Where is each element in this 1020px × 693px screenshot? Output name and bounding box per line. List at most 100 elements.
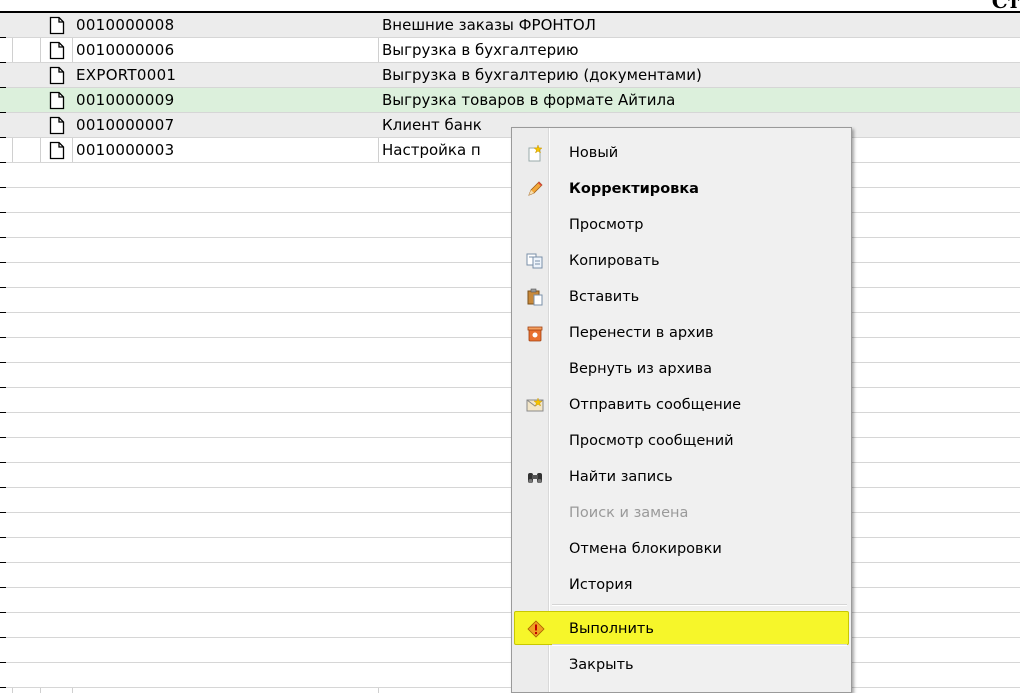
document-icon [49,141,65,160]
row-tick [0,212,6,213]
row-tick [0,237,6,238]
send-message-icon [526,396,544,414]
empty-row [0,588,1020,613]
menu-item-label: Перенести в архив [569,325,714,341]
menu-item-label: Отправить сообщение [569,397,742,413]
row-tick [0,462,6,463]
empty-row [0,438,1020,463]
menu-item-7[interactable]: Вернуть из архива [514,352,849,386]
row-name: Внешние заказы ФРОНТОЛ [382,16,596,34]
empty-row [0,213,1020,238]
row-tick [0,12,6,13]
page-header-fragment: Ст [0,0,1020,13]
menu-item-13[interactable]: История [514,568,849,602]
empty-row [0,163,1020,188]
row-tick [0,87,6,88]
records-grid: 0010000008 Внешние заказы ФРОНТОЛ 00100000… [0,12,1020,693]
menu-separator [552,604,847,606]
menu-item-label: Выполнить [569,621,654,637]
empty-row [0,663,1020,688]
menu-item-label: Вставить [569,289,640,305]
paste-icon [526,288,544,306]
row-tick [0,512,6,513]
binoculars-icon [526,468,544,486]
menu-item-12[interactable]: Отмена блокировки [514,532,849,566]
menu-item-3[interactable]: Просмотр [514,208,849,242]
document-icon [49,91,65,110]
empty-row [0,563,1020,588]
menu-item-label: Просмотр сообщений [569,433,734,449]
row-tick [0,562,6,563]
row-code: 0010000008 [76,16,175,34]
row-tick [0,137,6,138]
empty-row [0,338,1020,363]
row-code: 0010000003 [76,141,175,159]
empty-row [0,538,1020,563]
menu-item-2[interactable]: Корректировка [514,172,849,206]
empty-row [0,463,1020,488]
row-name: Выгрузка товаров в формате Айтила [382,91,676,109]
menu-item-11: Поиск и замена [514,496,849,530]
context-menu: Новый Корректировка Просмотр Копировать Вста… [511,127,852,693]
row-code: EXPORT0001 [76,66,177,84]
menu-item-14[interactable]: Выполнить [514,611,849,645]
row-tick [0,262,6,263]
menu-item-label: Копировать [569,253,660,269]
row-tick [0,187,6,188]
menu-item-10[interactable]: Найти запись [514,460,849,494]
document-icon [49,66,65,85]
empty-row [0,313,1020,338]
row-tick [0,162,6,163]
row-tick [0,487,6,488]
empty-row [0,363,1020,388]
row-tick [0,387,6,388]
pencil-icon [526,180,544,198]
table-row[interactable]: 0010000007 Клиент банк [0,113,1020,138]
empty-row [0,388,1020,413]
row-tick [0,37,6,38]
document-icon [49,41,65,60]
menu-item-label: Отмена блокировки [569,541,722,557]
row-name: Выгрузка в бухгалтерию (документами) [382,66,702,84]
empty-row [0,638,1020,663]
menu-separator [552,644,847,646]
empty-row [0,513,1020,538]
menu-item-label: Вернуть из архива [569,361,713,377]
row-tick [0,537,6,538]
table-row[interactable]: 0010000006 Выгрузка в бухгалтерию [0,38,1020,63]
execute-icon [527,620,545,638]
menu-item-4[interactable]: Копировать [514,244,849,278]
row-tick [0,337,6,338]
document-icon [49,116,65,135]
empty-row [0,413,1020,438]
table-row[interactable]: 0010000008 Внешние заказы ФРОНТОЛ [0,13,1020,38]
menu-item-label: Просмотр [569,217,644,233]
menu-item-15[interactable]: Закрыть [514,648,849,682]
menu-item-label: Новый [569,145,619,161]
table-row[interactable]: 0010000003 Настройка п [0,138,1020,163]
row-tick [0,312,6,313]
table-row[interactable]: 0010000009 Выгрузка товаров в формате Айт… [0,88,1020,113]
row-tick [0,587,6,588]
row-tick [0,612,6,613]
empty-row [0,288,1020,313]
row-tick [0,362,6,363]
menu-item-1[interactable]: Новый [514,136,849,170]
row-tick [0,637,6,638]
empty-row [0,488,1020,513]
row-tick [0,62,6,63]
row-name: Выгрузка в бухгалтерию [382,41,579,59]
row-tick [0,662,6,663]
row-tick [0,287,6,288]
menu-item-6[interactable]: Перенести в архив [514,316,849,350]
menu-item-8[interactable]: Отправить сообщение [514,388,849,422]
row-tick [0,112,6,113]
menu-item-label: Поиск и замена [569,505,689,521]
menu-item-5[interactable]: Вставить [514,280,849,314]
menu-item-9[interactable]: Просмотр сообщений [514,424,849,458]
table-row[interactable]: EXPORT0001 Выгрузка в бухгалтерию (докуме… [0,63,1020,88]
row-tick [0,437,6,438]
menu-item-label: Корректировка [569,181,699,197]
row-code: 0010000007 [76,116,175,134]
row-tick [0,412,6,413]
